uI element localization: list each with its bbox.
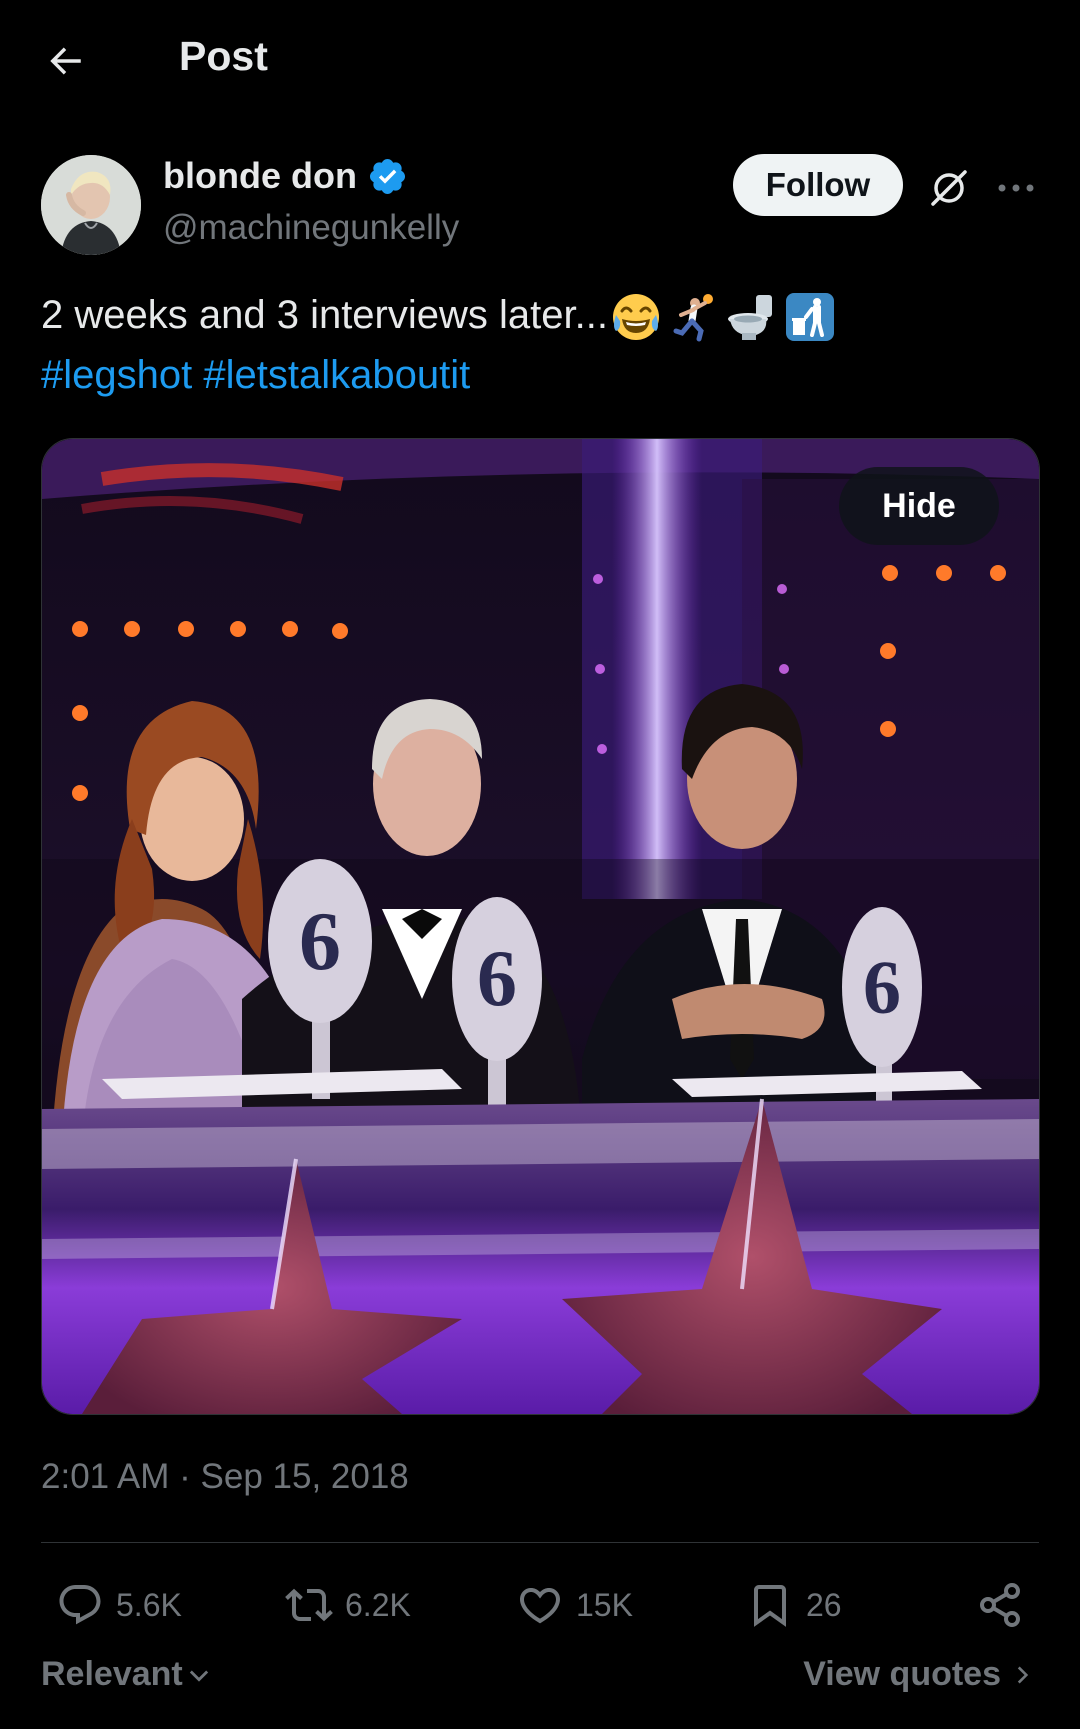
post-timestamp: 2:01 AM · Sep 15, 2018: [41, 1452, 409, 1502]
follow-button[interactable]: Follow: [733, 154, 903, 216]
replies-controls: Relevant View quotes: [0, 1655, 1080, 1707]
repost-icon: [285, 1588, 333, 1622]
litter-bin-emoji-icon: [785, 293, 834, 342]
paddle-score-2: 6: [477, 935, 517, 1023]
joy-emoji-icon: [612, 294, 659, 341]
chevron-down-icon: [189, 1670, 208, 1682]
post-date[interactable]: Sep 15, 2018: [201, 1457, 409, 1496]
author-handle[interactable]: @machinegunkelly: [163, 206, 459, 250]
hashtag-legshot[interactable]: #legshot: [41, 353, 192, 397]
hashtag-line: #legshot #letstalkaboutit: [41, 345, 1041, 405]
chevron-right-icon: [1017, 1665, 1029, 1684]
reply-button[interactable]: 5.6K: [54, 1565, 182, 1645]
sort-label: Relevant: [41, 1655, 183, 1693]
display-name: blonde don: [163, 155, 357, 196]
arrow-left-icon: [50, 47, 81, 75]
media-photo: 6 6 6: [42, 439, 1039, 1414]
hashtag-letstalkaboutit[interactable]: #letstalkaboutit: [203, 353, 470, 397]
sort-replies-dropdown[interactable]: Relevant: [41, 1655, 213, 1694]
avatar[interactable]: [41, 155, 141, 255]
share-icon: [980, 1583, 1020, 1627]
share-button[interactable]: [974, 1565, 1026, 1645]
heart-icon: [519, 1588, 561, 1624]
grok-icon: [931, 170, 967, 206]
bookmark-count: 26: [806, 1586, 842, 1623]
view-quotes-link[interactable]: View quotes: [803, 1655, 1035, 1694]
like-count: 15K: [576, 1586, 633, 1623]
reply-count: 5.6K: [116, 1586, 182, 1623]
repost-count: 6.2K: [345, 1586, 411, 1623]
avatar-image: [41, 155, 141, 255]
toilet-emoji-icon: [727, 295, 772, 341]
post-media[interactable]: 6 6 6: [41, 438, 1040, 1415]
back-button[interactable]: [38, 34, 92, 88]
post-body-text: 2 weeks and 3 interviews later...: [41, 293, 608, 337]
post-author: blonde don @machinegunkelly Follow: [0, 150, 1080, 260]
timestamp-separator: ·: [169, 1457, 201, 1496]
handball-emoji-icon: [673, 294, 713, 342]
bookmark-icon: [754, 1585, 786, 1627]
verified-badge-icon: [369, 158, 405, 194]
more-horizontal-icon: [998, 184, 1034, 192]
paddle-score-3: 6: [863, 946, 901, 1030]
page-title: Post: [179, 33, 268, 79]
divider: [41, 1542, 1039, 1543]
repost-button[interactable]: 6.2K: [283, 1565, 411, 1645]
more-options-button[interactable]: [990, 162, 1042, 214]
post-text: 2 weeks and 3 interviews later... #legsh…: [41, 285, 1041, 405]
top-bar: Post: [0, 0, 1080, 115]
view-quotes-label: View quotes: [803, 1655, 1001, 1693]
reply-icon: [59, 1585, 101, 1625]
action-bar: 5.6K 6.2K 15K 26: [0, 1565, 1080, 1645]
display-name-link[interactable]: blonde don: [163, 154, 408, 198]
post-time[interactable]: 2:01 AM: [41, 1457, 169, 1496]
grok-button[interactable]: [922, 161, 976, 215]
paddle-score-1: 6: [299, 895, 341, 988]
hide-media-button[interactable]: Hide: [839, 467, 999, 545]
emoji-group: [610, 291, 836, 343]
like-button[interactable]: 15K: [514, 1565, 633, 1645]
bookmark-button[interactable]: 26: [744, 1565, 842, 1645]
